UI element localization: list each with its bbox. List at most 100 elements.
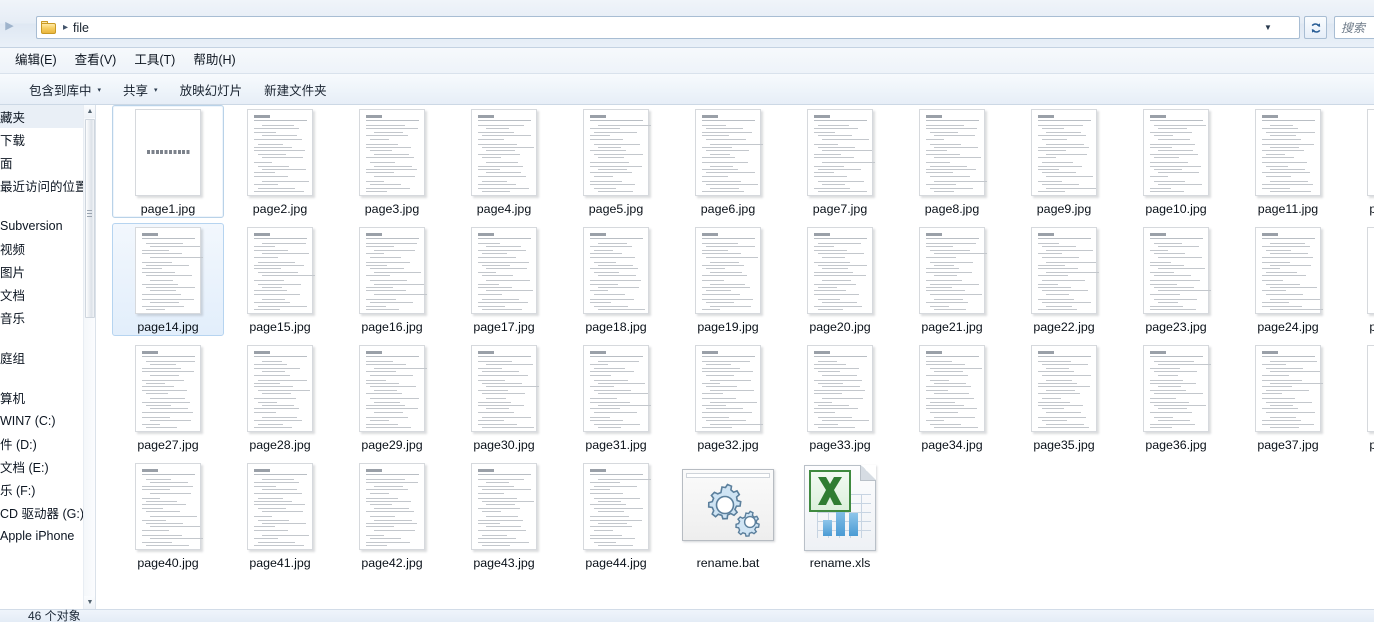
file-item[interactable]: page8.jpg <box>896 105 1008 218</box>
nav-item-1[interactable]: 下载 <box>0 128 83 151</box>
document-page-icon <box>1143 345 1211 432</box>
chevron-down-icon: ▾ <box>154 87 158 94</box>
file-thumbnail <box>672 227 784 319</box>
file-item[interactable]: page35.jpg <box>1008 341 1120 454</box>
file-item[interactable]: page9.jpg <box>1008 105 1120 218</box>
document-page-icon <box>695 109 763 196</box>
file-item[interactable]: page6.jpg <box>672 105 784 218</box>
file-item[interactable]: page12.jpg <box>1344 105 1374 218</box>
file-item[interactable]: page23.jpg <box>1120 223 1232 336</box>
chevron-down-icon[interactable]: ▼ <box>1259 17 1277 38</box>
file-list-pane[interactable]: page1.jpg page2.jpg page3.jpg page4.jpg page… <box>96 105 1374 609</box>
nav-item-3[interactable]: 最近访问的位置 <box>0 174 88 197</box>
toolbar-button-2[interactable]: 放映幻灯片 <box>169 75 254 104</box>
nav-item-13[interactable]: 文档 (E:) <box>0 455 83 478</box>
file-item[interactable]: page28.jpg <box>224 341 336 454</box>
back-arrow-icon[interactable]: ◀ <box>0 18 1 34</box>
file-item[interactable]: page30.jpg <box>448 341 560 454</box>
thumbnail-text-line <box>702 135 729 137</box>
nav-item-11[interactable]: WIN7 (C:) <box>0 409 83 432</box>
file-item[interactable]: page14.jpg <box>112 223 224 336</box>
file-item[interactable]: page41.jpg <box>224 459 336 572</box>
nav-item-label: 藏夹 <box>0 111 26 125</box>
thumbnail-text-line <box>926 246 953 248</box>
nav-item-7[interactable]: 文档 <box>0 283 83 306</box>
file-item[interactable]: page25.jpg <box>1344 223 1374 336</box>
toolbar-button-1[interactable]: 共享 ▾ <box>112 75 169 104</box>
search-input[interactable]: 搜索 <box>1334 16 1374 39</box>
nav-item-9[interactable]: 庭组 <box>0 346 83 369</box>
file-item[interactable]: page38.jpg <box>1344 341 1374 454</box>
file-item[interactable]: page3.jpg <box>336 105 448 218</box>
file-item[interactable]: page37.jpg <box>1232 341 1344 454</box>
menu-item-2[interactable]: 工具(T) <box>125 51 184 70</box>
document-page-icon <box>359 345 427 432</box>
file-item[interactable]: page27.jpg <box>112 341 224 454</box>
file-item[interactable]: page10.jpg <box>1120 105 1232 218</box>
breadcrumb-current-folder[interactable]: file <box>73 21 89 35</box>
nav-item-16[interactable]: Apple iPhone <box>0 524 83 547</box>
nav-item-4[interactable]: Subversion <box>0 214 83 237</box>
file-thumbnail <box>1232 227 1344 319</box>
scroll-up-arrow-icon[interactable]: ▲ <box>84 105 95 118</box>
file-item[interactable]: page2.jpg <box>224 105 336 218</box>
nav-item-12[interactable]: 件 (D:) <box>0 432 83 455</box>
forward-arrow-icon[interactable]: ▶ <box>3 18 16 34</box>
nav-item-15[interactable]: CD 驱动器 (G:) <box>0 501 84 524</box>
scrollbar-thumb[interactable] <box>85 119 95 318</box>
nav-item-5[interactable]: 视频 <box>0 237 83 260</box>
file-item[interactable]: page42.jpg <box>336 459 448 572</box>
thumbnail-text-line <box>366 526 394 528</box>
file-item[interactable]: rename.bat <box>672 459 784 572</box>
menu-item-3[interactable]: 帮助(H) <box>184 51 244 70</box>
file-item[interactable]: page20.jpg <box>784 223 896 336</box>
file-item[interactable]: page16.jpg <box>336 223 448 336</box>
thumbnail-text-line <box>818 135 852 137</box>
menu-item-1[interactable]: 查看(V) <box>66 51 126 70</box>
thumbnail-text-line <box>150 302 179 304</box>
file-item[interactable]: page43.jpg <box>448 459 560 572</box>
thumbnail-text-line <box>142 283 178 285</box>
file-item[interactable]: page7.jpg <box>784 105 896 218</box>
file-item[interactable]: page11.jpg <box>1232 105 1344 218</box>
file-item[interactable]: page15.jpg <box>224 223 336 336</box>
file-item[interactable]: page1.jpg <box>112 105 224 218</box>
toolbar-button-0[interactable]: 包含到库中 ▾ <box>18 75 112 104</box>
refresh-button[interactable] <box>1304 16 1327 39</box>
menu-item-0[interactable]: 编辑(E) <box>6 51 66 70</box>
thumbnail-text-line <box>482 511 501 513</box>
thumbnail-text-line <box>150 420 191 422</box>
file-item[interactable]: page22.jpg <box>1008 223 1120 336</box>
navigation-scrollbar[interactable]: ▲ ▼ <box>83 105 95 609</box>
scroll-down-arrow-icon[interactable]: ▼ <box>84 596 95 609</box>
thumbnail-text-line <box>934 275 957 277</box>
nav-item-0[interactable]: 藏夹 <box>0 105 83 128</box>
file-item[interactable]: page31.jpg <box>560 341 672 454</box>
file-item[interactable]: page32.jpg <box>672 341 784 454</box>
thumbnail-text-line <box>706 268 725 270</box>
toolbar-button-3[interactable]: 新建文件夹 <box>253 75 338 104</box>
file-item[interactable]: page44.jpg <box>560 459 672 572</box>
file-item[interactable]: page24.jpg <box>1232 223 1344 336</box>
file-item[interactable]: page5.jpg <box>560 105 672 218</box>
thumbnail-text-line <box>1270 427 1299 428</box>
file-item[interactable]: page36.jpg <box>1120 341 1232 454</box>
thumbnail-text-line <box>1038 253 1062 255</box>
thumbnail-text-line <box>930 131 958 133</box>
file-item[interactable]: page33.jpg <box>784 341 896 454</box>
file-item[interactable]: page4.jpg <box>448 105 560 218</box>
file-item[interactable]: page19.jpg <box>672 223 784 336</box>
file-item[interactable]: page18.jpg <box>560 223 672 336</box>
nav-item-14[interactable]: 乐 (F:) <box>0 478 83 501</box>
nav-item-8[interactable]: 音乐 <box>0 306 83 329</box>
nav-item-10[interactable]: 算机 <box>0 386 83 409</box>
file-item[interactable]: page40.jpg <box>112 459 224 572</box>
nav-item-6[interactable]: 图片 <box>0 260 83 283</box>
file-item[interactable]: page34.jpg <box>896 341 1008 454</box>
address-input[interactable]: ▸ file ▼ <box>36 16 1300 39</box>
file-item[interactable]: page29.jpg <box>336 341 448 454</box>
nav-item-2[interactable]: 面 <box>0 151 83 174</box>
file-item[interactable]: page21.jpg <box>896 223 1008 336</box>
file-item[interactable]: page17.jpg <box>448 223 560 336</box>
file-item[interactable]: rename.xls <box>784 459 896 572</box>
